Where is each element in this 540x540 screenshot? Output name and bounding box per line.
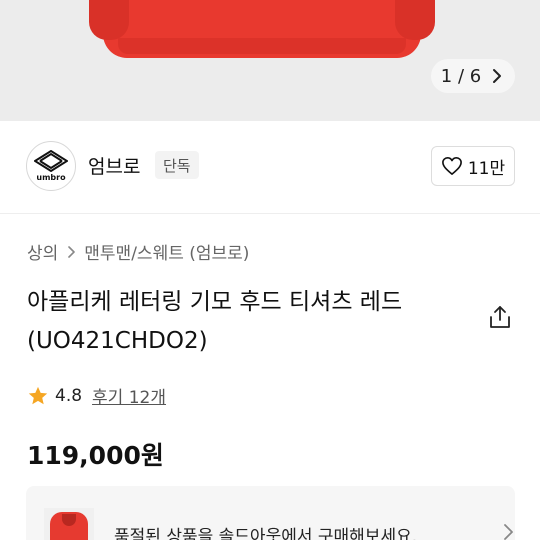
breadcrumb-item-subcategory[interactable]: 맨투맨/스웨트 (엄브로) — [84, 239, 249, 264]
rating-value: 4.8 — [55, 385, 83, 406]
brand-logo[interactable]: umbro — [26, 141, 76, 191]
brand-logo-text: umbro — [36, 173, 66, 182]
gallery-pager[interactable]: 1 / 6 — [431, 59, 515, 93]
heart-outline-icon — [441, 157, 462, 175]
product-title-line2: (UO421CHDO2) — [27, 328, 208, 354]
soldout-message: 품절된 상품을 솔드아웃에서 구매해보세요. — [114, 527, 418, 540]
umbro-diamond-icon — [34, 150, 68, 172]
soldout-banner[interactable]: 품절된 상품을 솔드아웃에서 구매해보세요. — [26, 486, 515, 540]
reviews-link[interactable]: 후기 12개 — [92, 383, 166, 408]
brand-name[interactable]: 엄브로 — [88, 152, 140, 179]
like-button[interactable]: 11만 — [431, 146, 515, 186]
soldout-thumbnail — [44, 508, 94, 540]
product-title: 아플리케 레터링 기모 후드 티셔츠 레드 (UO421CHDO2) — [27, 283, 477, 361]
breadcrumb-item-category[interactable]: 상의 — [27, 239, 58, 264]
product-title-line1: 아플리케 레터링 기모 후드 티셔츠 레드 — [27, 289, 403, 315]
chevron-right-icon[interactable] — [489, 68, 505, 84]
product-image-hem — [118, 38, 406, 54]
chevron-right-icon[interactable] — [500, 523, 516, 540]
like-count: 11만 — [467, 158, 506, 179]
star-icon — [28, 386, 48, 404]
brand-row: umbro 엄브로 단독 11만 — [0, 121, 540, 214]
breadcrumb: 상의 맨투맨/스웨트 (엄브로) — [27, 239, 249, 264]
product-price: 119,000원 — [27, 441, 164, 470]
hoodie-thumbnail-image — [50, 512, 88, 540]
exclusive-badge: 단독 — [155, 151, 199, 179]
rating-row: 4.8 후기 12개 — [27, 383, 166, 408]
chevron-right-icon — [68, 245, 76, 258]
pager-text: 1 / 6 — [440, 65, 482, 87]
share-icon[interactable] — [487, 304, 513, 330]
product-image-gallery[interactable]: 1 / 6 — [0, 0, 540, 121]
